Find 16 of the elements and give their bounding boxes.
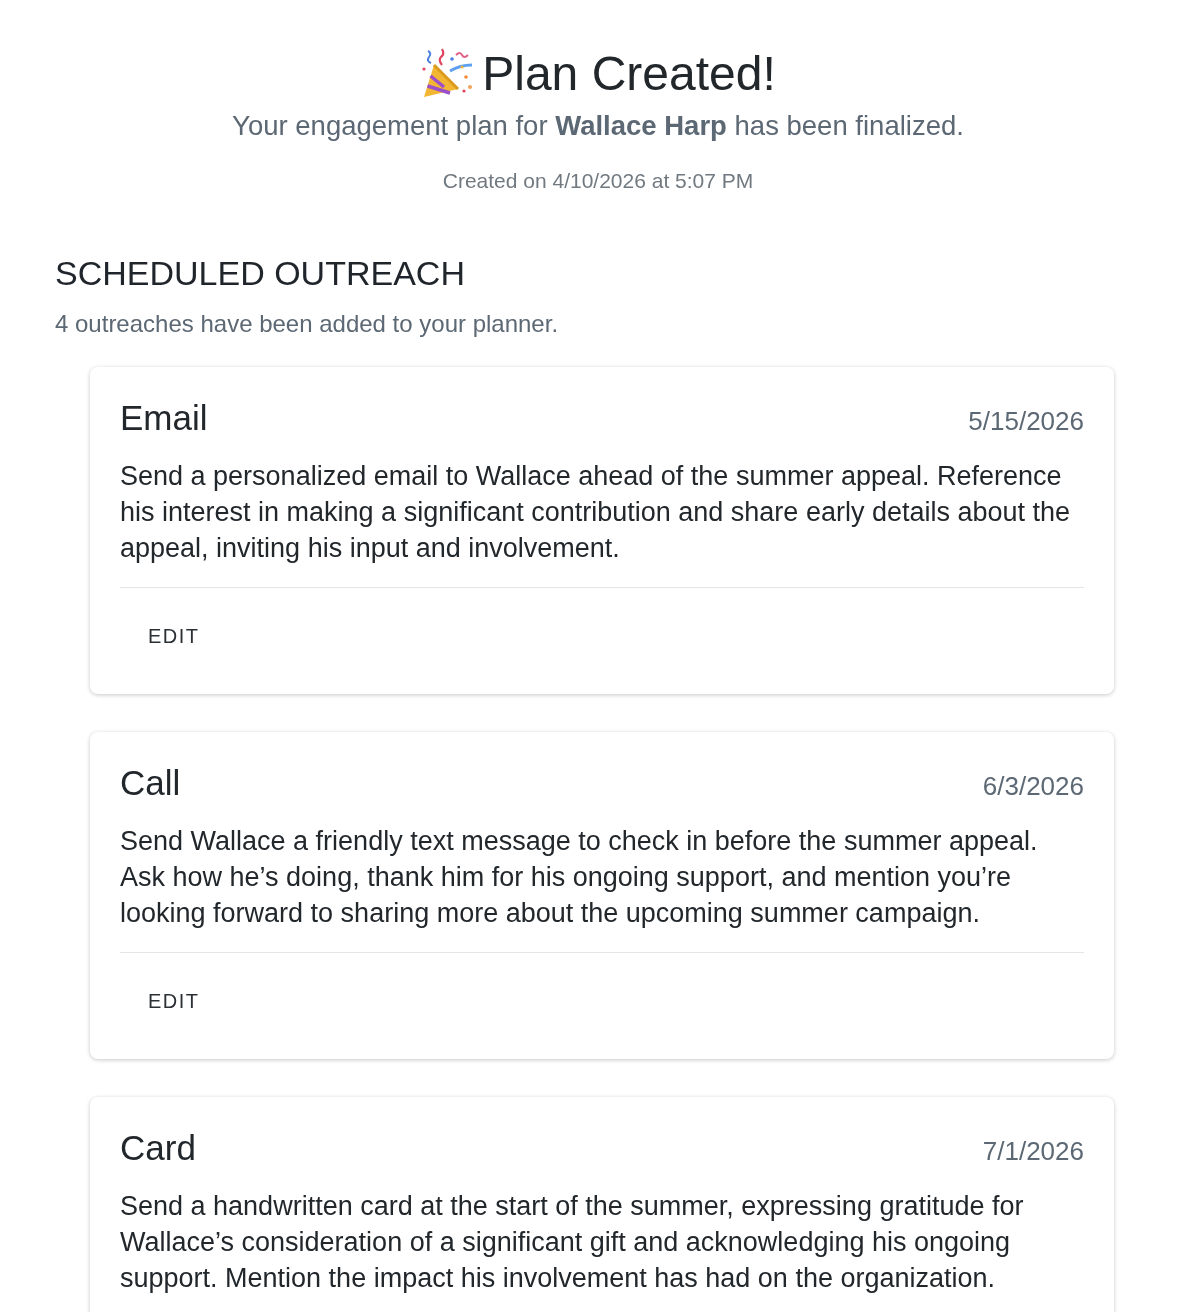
page-subtitle: Your engagement plan for Wallace Harp has been finalized. [231, 109, 965, 143]
section-heading: SCHEDULED OUTREACH [55, 253, 466, 294]
outreach-type: Email [120, 397, 208, 439]
outreach-description: Send Wallace a friendly text message to check in before the summer appeal. Ask how he’s doing, thank him for his ongoing support, and mention you’re looking forward to sharing more about the upcoming summer campaign. [120, 825, 1039, 930]
page-title: Plan Created! [482, 46, 776, 102]
outreach-date: 6/3/2026 [982, 771, 1084, 802]
edit-button[interactable]: EDIT [120, 980, 228, 1023]
outreach-type: Call [120, 762, 181, 804]
outreach-description: Send a personalized email to Wallace ahead of the summer appeal. Reference his interest in making a significant contribution and share early details about the appeal, inviting his input and involvement. [120, 460, 1072, 565]
edit-button[interactable]: EDIT [120, 615, 228, 658]
outreach-date: 7/1/2026 [982, 1136, 1084, 1167]
outreach-type: Card [120, 1127, 196, 1169]
outreach-description: Send a handwritten card at the start of the summer, expressing gratitude for Wallace’s consideration of a significant gift and acknowledging his ongoing support. Mention the impact his involvement has had on the organization. [120, 1190, 1025, 1295]
created-timestamp: Created on 4/10/2026 at 5:07 PM [441, 168, 755, 194]
outreach-date: 5/15/2026 [968, 406, 1084, 437]
section-summary: 4 outreaches have been added to your planner. [55, 309, 560, 339]
